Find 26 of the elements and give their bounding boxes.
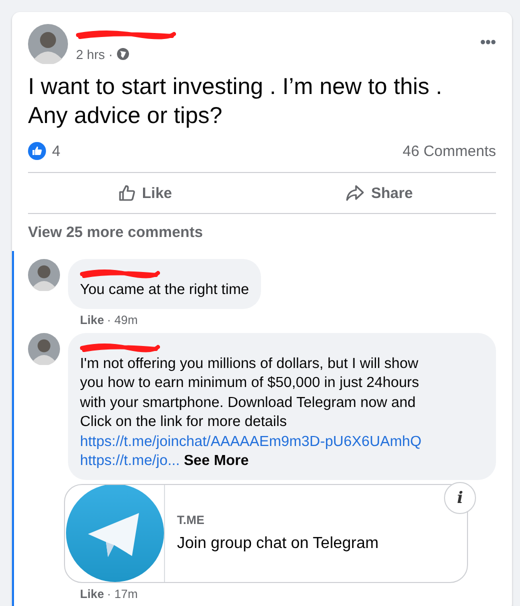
view-more-comments-link[interactable]: View 25 more comments bbox=[12, 214, 512, 241]
link-title: Join group chat on Telegram bbox=[177, 535, 379, 553]
comment-time[interactable]: · 49m bbox=[107, 312, 138, 326]
avatar[interactable] bbox=[28, 332, 60, 364]
like-link[interactable]: Like bbox=[80, 586, 104, 600]
reaction-count[interactable]: 4 bbox=[52, 142, 60, 160]
share-arrow-icon bbox=[345, 184, 366, 202]
more-options-button[interactable]: ••• bbox=[480, 34, 496, 51]
like-reaction-icon[interactable] bbox=[28, 142, 46, 160]
link[interactable]: https://t.me/joinchat/AAAAAEm9m3D-pU6X6UAmhQ bbox=[80, 432, 422, 452]
comment-text: You came at the right time bbox=[80, 281, 250, 300]
post-time[interactable]: 2 hrs · bbox=[76, 46, 113, 62]
link-domain: T.ME bbox=[177, 513, 206, 527]
see-more-link[interactable]: See More bbox=[180, 452, 249, 472]
avatar[interactable] bbox=[28, 259, 60, 291]
comments-count[interactable]: 46 Comments bbox=[402, 142, 496, 160]
info-button[interactable]: i bbox=[444, 482, 476, 514]
post-text: I want to start investing . I’m new to this . Any advice or tips? bbox=[27, 72, 444, 130]
comment-time[interactable]: · 17m bbox=[107, 586, 138, 600]
avatar[interactable] bbox=[28, 24, 68, 64]
comment-text: I'm not offering you millions of dollars, but I will show you how to earn minimum of $50,000 in just 24hours with your smartphone. Download Telegram now and Click on the link for more details bbox=[80, 354, 420, 432]
link[interactable]: https://t.me/jo... bbox=[80, 452, 180, 472]
thumbs-up-icon bbox=[118, 184, 136, 202]
share-button[interactable]: Share bbox=[262, 177, 496, 209]
like-link[interactable]: Like bbox=[80, 312, 104, 326]
like-button[interactable]: Like bbox=[28, 177, 262, 209]
